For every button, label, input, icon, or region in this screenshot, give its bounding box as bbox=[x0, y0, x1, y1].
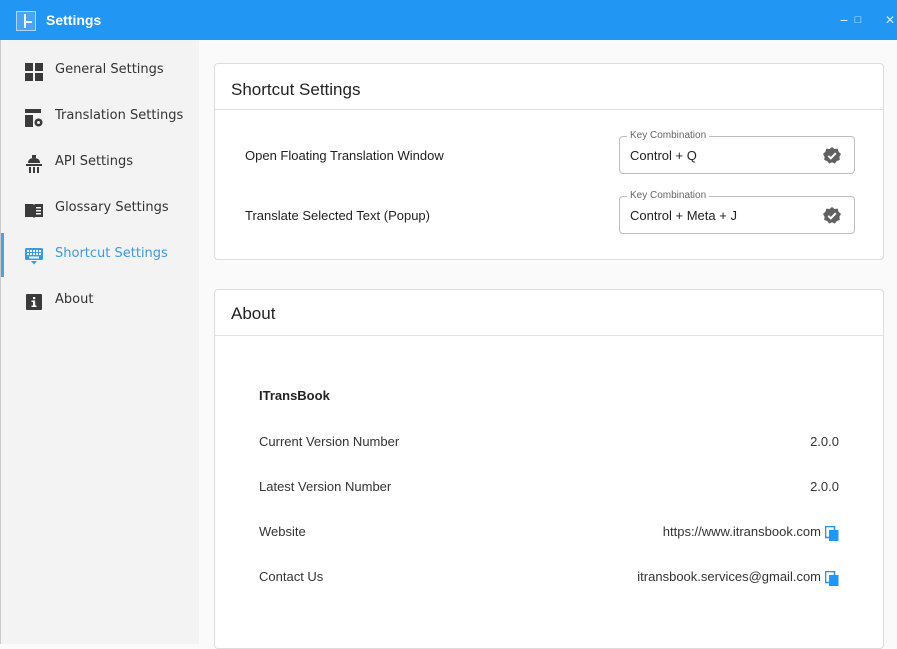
card-title: Shortcut Settings bbox=[231, 80, 361, 99]
keyboard-icon bbox=[25, 248, 43, 265]
sidebar-item-label: Shortcut Settings bbox=[55, 246, 168, 261]
shortcut-label: Open Floating Translation Window bbox=[245, 148, 444, 163]
sidebar-item-label: About bbox=[55, 292, 94, 307]
about-row-website: Website https://www.itransbook.com bbox=[215, 524, 883, 544]
about-key: Current Version Number bbox=[259, 434, 400, 449]
divider bbox=[215, 335, 883, 336]
info-icon bbox=[26, 294, 42, 310]
about-row-contact: Contact Us itransbook.services@gmail.com bbox=[215, 569, 883, 589]
about-card: About ITransBook Current Version Number … bbox=[214, 289, 884, 649]
sidebar-item-about[interactable]: About bbox=[1, 279, 200, 323]
key-combination-value: Control + Meta + J bbox=[630, 208, 737, 223]
sidebar-item-translation-settings[interactable]: Translation Settings bbox=[1, 95, 200, 139]
book-icon bbox=[25, 204, 43, 218]
sidebar-item-label: General Settings bbox=[55, 62, 164, 77]
translation-settings-icon bbox=[25, 109, 43, 127]
sidebar: General Settings Translation Settings AP… bbox=[0, 40, 199, 644]
key-combination-field[interactable]: Key Combination Control + Meta + J bbox=[619, 190, 855, 234]
title-bar: Settings − □ ✕ bbox=[0, 0, 897, 40]
website-link[interactable]: https://www.itransbook.com bbox=[663, 524, 821, 539]
api-icon bbox=[26, 155, 42, 173]
app-logo-icon bbox=[16, 11, 36, 31]
about-row-latest-version: Latest Version Number 2.0.0 bbox=[215, 479, 883, 499]
check-badge-icon[interactable] bbox=[822, 206, 842, 226]
about-key: Latest Version Number bbox=[259, 479, 392, 494]
key-combination-field[interactable]: Key Combination Control + Q bbox=[619, 130, 855, 174]
shortcut-settings-card: Shortcut Settings Open Floating Translat… bbox=[214, 63, 884, 260]
sidebar-item-general-settings[interactable]: General Settings bbox=[1, 49, 200, 93]
contact-email[interactable]: itransbook.services@gmail.com bbox=[637, 569, 821, 584]
divider bbox=[215, 109, 883, 110]
copy-icon[interactable] bbox=[825, 571, 839, 586]
shortcut-label: Translate Selected Text (Popup) bbox=[245, 208, 430, 223]
sidebar-item-shortcut-settings[interactable]: Shortcut Settings bbox=[1, 233, 200, 277]
check-badge-icon[interactable] bbox=[822, 146, 842, 166]
key-combination-legend: Key Combination bbox=[627, 190, 710, 202]
copy-icon[interactable] bbox=[825, 526, 839, 541]
sidebar-item-label: API Settings bbox=[55, 154, 134, 169]
grid-icon bbox=[25, 63, 43, 81]
about-key: Website bbox=[259, 524, 306, 539]
sidebar-item-glossary-settings[interactable]: Glossary Settings bbox=[1, 187, 200, 231]
about-value: 2.0.0 bbox=[810, 479, 839, 494]
sidebar-item-label: Translation Settings bbox=[55, 108, 184, 123]
card-title: About bbox=[231, 304, 276, 323]
key-combination-value: Control + Q bbox=[630, 148, 697, 163]
about-key: Contact Us bbox=[259, 569, 324, 584]
app-name: ITransBook bbox=[259, 388, 330, 403]
sidebar-item-api-settings[interactable]: API Settings bbox=[1, 141, 200, 185]
sidebar-item-label: Glossary Settings bbox=[55, 200, 169, 215]
about-value: 2.0.0 bbox=[810, 434, 839, 449]
maximize-button[interactable]: □ bbox=[848, 10, 868, 30]
close-button[interactable]: ✕ bbox=[880, 10, 897, 30]
key-combination-legend: Key Combination bbox=[627, 130, 710, 142]
window-title: Settings bbox=[46, 12, 102, 28]
about-row-current-version: Current Version Number 2.0.0 bbox=[215, 434, 883, 454]
